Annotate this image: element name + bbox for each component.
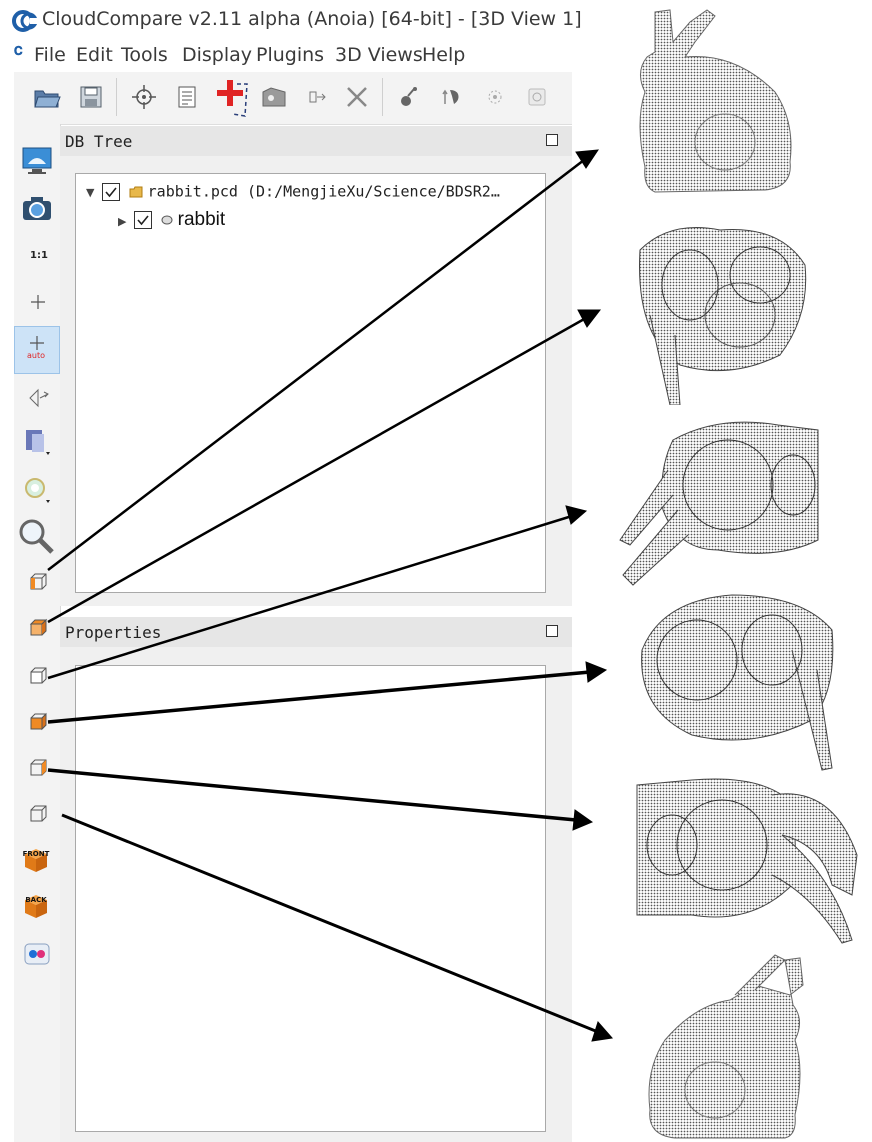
point-picking-icon[interactable]: [129, 82, 159, 112]
open-folder-icon[interactable]: [32, 82, 62, 112]
auto-pivot-button[interactable]: auto: [14, 326, 60, 374]
top-view-icon[interactable]: [28, 618, 48, 638]
window-title: CloudCompare v2.11 alpha (Anoia) [64-bit…: [42, 8, 582, 30]
settings-icon[interactable]: [522, 82, 552, 112]
save-icon[interactable]: [76, 82, 106, 112]
arrowhead-icon: [575, 149, 599, 169]
zoom-icon[interactable]: [16, 516, 56, 556]
bottom-view-icon[interactable]: [28, 712, 48, 732]
float-panel-icon[interactable]: [546, 134, 558, 146]
toolbar-separator: [116, 78, 117, 116]
menu-tools[interactable]: Tools: [121, 44, 168, 66]
checkbox-icon[interactable]: [134, 211, 153, 229]
screen-view-icon[interactable]: [20, 144, 54, 178]
perspective-icon[interactable]: [26, 386, 52, 410]
back-label: BACK: [25, 896, 47, 904]
menu-help[interactable]: Help: [422, 44, 465, 66]
arrowhead-icon: [585, 661, 608, 683]
sample-icon[interactable]: [480, 82, 510, 112]
camera-icon[interactable]: [20, 192, 54, 226]
bunny-bottom-view-image: [641, 594, 834, 771]
menu-file[interactable]: File: [34, 44, 66, 66]
bunny-back-view-image: [636, 778, 858, 944]
toolbar-separator: [382, 78, 383, 116]
back-view-icon[interactable]: [28, 758, 48, 778]
db-tree-title: DB Tree: [65, 132, 133, 151]
crosshair-icon: [30, 336, 44, 350]
arrowhead-icon: [572, 809, 594, 831]
merge-icon[interactable]: [394, 82, 424, 112]
tree-item-cloud-label: rabbit: [177, 209, 226, 230]
front-iso-view-button[interactable]: FRONT: [22, 846, 50, 874]
tree-icon[interactable]: [436, 82, 466, 112]
arrowhead-icon: [591, 1021, 613, 1042]
db-tree-header: DB Tree: [60, 126, 572, 157]
point-cloud-icon: [161, 215, 173, 225]
menu-plugins[interactable]: Plugins: [256, 44, 324, 66]
ratio-1-1-icon[interactable]: 1:1: [30, 250, 48, 261]
properties-view[interactable]: [75, 665, 546, 1132]
cloudcompare-logo-icon: [12, 10, 38, 32]
tree-row-cloud[interactable]: ▶ rabbit: [118, 209, 225, 231]
bunny-top-view-image: [639, 227, 807, 405]
menu-logo-icon: 𝐂: [14, 44, 23, 58]
color-ramp-icon[interactable]: [20, 472, 54, 506]
arrowhead-icon: [577, 309, 602, 328]
folder-icon: [129, 186, 143, 197]
menu-display[interactable]: Display: [182, 44, 252, 66]
segment-icon[interactable]: [259, 82, 289, 112]
auto-label: auto: [27, 351, 46, 360]
front-view-icon[interactable]: [28, 666, 48, 686]
front-label: FRONT: [22, 850, 50, 858]
translate-icon[interactable]: [302, 82, 332, 112]
right-view-icon[interactable]: [28, 804, 48, 824]
properties-title: Properties: [65, 623, 162, 642]
lighting-icon[interactable]: [20, 424, 54, 458]
tree-item-file-label: rabbit.pcd (D:/MengjieXu/Science/BDSR2…: [147, 182, 500, 201]
checkbox-icon[interactable]: [102, 182, 121, 201]
view-toolbar: 1:1 auto FRONT BACK: [14, 124, 61, 1142]
collapse-arrow-icon[interactable]: ▶: [118, 215, 126, 228]
stereo-view-icon[interactable]: [24, 942, 50, 966]
db-tree-view[interactable]: ▼ rabbit.pcd (D:/MengjieXu/Science/BDSR2…: [75, 173, 546, 593]
back-iso-view-button[interactable]: BACK: [22, 892, 50, 920]
properties-header: Properties: [60, 617, 572, 648]
bunny-right-view-image: [648, 954, 804, 1139]
tree-row-root[interactable]: ▼ rabbit.pcd (D:/MengjieXu/Science/BDSR2…: [86, 181, 500, 201]
bunny-front-view-image: [619, 421, 819, 586]
list-icon[interactable]: [172, 82, 202, 112]
delete-icon[interactable]: [342, 82, 372, 112]
expand-arrow-icon[interactable]: ▼: [86, 186, 94, 199]
main-toolbar: [14, 72, 572, 125]
bunny-left-view-image: [639, 9, 792, 193]
left-view-icon[interactable]: [28, 572, 48, 592]
add-point-icon[interactable]: [209, 76, 251, 118]
crosshair-icon[interactable]: [28, 292, 48, 312]
menu-3d-views[interactable]: 3D Views: [335, 44, 423, 66]
float-panel-icon[interactable]: [546, 625, 558, 637]
menu-edit[interactable]: Edit: [76, 44, 113, 66]
